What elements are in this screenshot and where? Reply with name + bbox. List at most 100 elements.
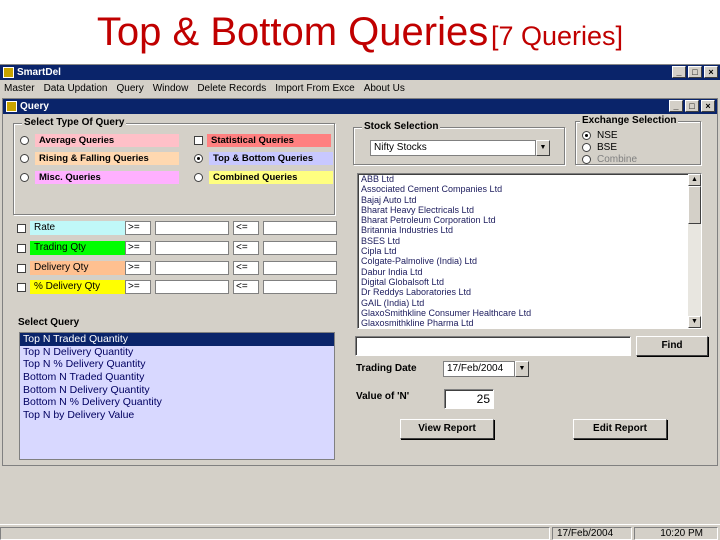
filter-rate-max[interactable] — [263, 221, 337, 235]
query-item-top-n-pct-delivery[interactable]: Top N % Delivery Quantity — [20, 358, 334, 371]
n-value-input[interactable]: 25 — [444, 389, 494, 409]
radio-top-bottom[interactable]: Top & Bottom Queries — [194, 152, 333, 165]
filter-delivery-op1[interactable]: >= — [125, 261, 151, 275]
stock-group-chevron-down-icon[interactable]: ▼ — [536, 140, 550, 156]
radio-average-queries[interactable]: Average Queries — [20, 134, 179, 147]
menubar: Master Data Updation Query Window Delete… — [0, 81, 720, 96]
radio-misc-dot — [20, 173, 29, 182]
menu-data-updation[interactable]: Data Updation — [44, 83, 108, 94]
radio-misc-label: Misc. Queries — [35, 171, 179, 184]
query-item-top-n-traded[interactable]: Top N Traded Quantity — [20, 333, 334, 346]
app-minimize-button[interactable]: _ — [672, 66, 686, 78]
app-close-button[interactable]: × — [704, 66, 718, 78]
query-type-label: Select Type Of Query — [22, 117, 127, 128]
stock-item[interactable]: Colgate-Palmolive (India) Ltd — [358, 256, 701, 266]
stock-item[interactable]: Glaxosmithkline Pharma Ltd — [358, 318, 701, 328]
filter-rate-op2[interactable]: <= — [233, 221, 259, 235]
query-item-top-n-delivery[interactable]: Top N Delivery Quantity — [20, 346, 334, 359]
slide-title: Top & Bottom Queries [7 Queries] — [0, 10, 720, 55]
radio-combined-queries[interactable]: Combined Queries — [194, 171, 333, 184]
stock-item[interactable]: Bharat Heavy Electricals Ltd — [358, 205, 701, 215]
filter-rate-min[interactable] — [155, 221, 229, 235]
stock-item[interactable]: Dr Reddys Laboratories Ltd — [358, 287, 701, 297]
scroll-down-icon[interactable]: ▼ — [688, 316, 701, 328]
view-report-button[interactable]: View Report — [400, 419, 494, 439]
menu-query[interactable]: Query — [117, 83, 144, 94]
query-item-top-n-delivery-value[interactable]: Top N by Delivery Value — [20, 409, 334, 422]
scroll-thumb[interactable] — [688, 186, 701, 224]
filter-delivery-max[interactable] — [263, 261, 337, 275]
stock-list: ABB Ltd Associated Cement Companies Ltd … — [357, 173, 702, 329]
query-window-title: Query — [20, 101, 49, 112]
filter-pct-delivery-op2[interactable]: <= — [233, 280, 259, 294]
filter-pct-delivery-max[interactable] — [263, 280, 337, 294]
find-button[interactable]: Find — [636, 336, 708, 356]
query-item-bottom-n-traded[interactable]: Bottom N Traded Quantity — [20, 371, 334, 384]
app-titlebar: SmartDel _ □ × — [0, 65, 720, 80]
edit-report-button[interactable]: Edit Report — [573, 419, 667, 439]
query-list: Top N Traded Quantity Top N Delivery Qua… — [19, 332, 335, 460]
stock-group-combo[interactable]: Nifty Stocks ▼ — [370, 140, 550, 156]
radio-combine[interactable]: Combine — [582, 153, 637, 166]
radio-combined-label: Combined Queries — [209, 171, 333, 184]
filter-pct-delivery-min[interactable] — [155, 280, 229, 294]
menu-delete-records[interactable]: Delete Records — [197, 83, 266, 94]
filter-trading-op1[interactable]: >= — [125, 241, 151, 255]
query-minimize-button[interactable]: _ — [669, 100, 683, 112]
exchange-selection-group: Exchange Selection NSE BSE Combine — [575, 115, 701, 166]
filter-rate-box — [17, 223, 26, 233]
stock-item[interactable]: ABB Ltd — [358, 174, 701, 184]
filter-trading-max[interactable] — [263, 241, 337, 255]
stock-item[interactable]: Bajaj Auto Ltd — [358, 195, 701, 205]
status-pane-main — [0, 527, 550, 540]
stock-item[interactable]: Cipla Ltd — [358, 246, 701, 256]
radio-rising-falling[interactable]: Rising & Falling Queries — [20, 152, 179, 165]
menu-window[interactable]: Window — [153, 83, 189, 94]
stock-item[interactable]: Britannia Industries Ltd — [358, 225, 701, 235]
query-window-icon — [6, 101, 17, 112]
stock-item[interactable]: Digital Globalsoft Ltd — [358, 277, 701, 287]
stock-item[interactable]: GlaxoSmithkline Consumer Healthcare Ltd — [358, 308, 701, 318]
query-item-bottom-n-delivery[interactable]: Bottom N Delivery Quantity — [20, 384, 334, 397]
stock-item[interactable]: BSES Ltd — [358, 236, 701, 246]
filter-trading-op2[interactable]: <= — [233, 241, 259, 255]
radio-statistical-queries[interactable]: Statistical Queries — [194, 134, 331, 147]
filter-trading-check[interactable]: Trading Qty — [17, 241, 134, 255]
stock-item[interactable]: GAIL (India) Ltd — [358, 298, 701, 308]
filter-pct-delivery-op1[interactable]: >= — [125, 280, 151, 294]
app-title: SmartDel — [17, 67, 61, 78]
find-input[interactable] — [355, 336, 631, 356]
filter-delivery-min[interactable] — [155, 261, 229, 275]
stock-group-value: Nifty Stocks — [370, 140, 536, 156]
stock-list-scrollbar[interactable]: ▲ ▼ — [688, 174, 701, 328]
slide-title-sub: [7 Queries] — [491, 21, 624, 51]
scroll-up-icon[interactable]: ▲ — [688, 174, 701, 186]
radio-average-label: Average Queries — [35, 134, 179, 147]
filter-rate-check[interactable]: Rate — [17, 221, 134, 235]
filter-delivery-check[interactable]: Delivery Qty — [17, 261, 134, 275]
radio-nse-dot — [582, 131, 591, 140]
query-close-button[interactable]: × — [701, 100, 715, 112]
filter-trading-min[interactable] — [155, 241, 229, 255]
radio-top-bottom-dot — [194, 154, 203, 163]
radio-misc-queries[interactable]: Misc. Queries — [20, 171, 179, 184]
slide-title-main: Top & Bottom Queries — [96, 10, 489, 54]
stock-item[interactable]: Associated Cement Companies Ltd — [358, 184, 701, 194]
filter-rate-op1[interactable]: >= — [125, 221, 151, 235]
query-item-bottom-n-pct-delivery[interactable]: Bottom N % Delivery Quantity — [20, 396, 334, 409]
trading-date-picker[interactable]: 17/Feb/2004 ▼ — [443, 361, 529, 377]
status-time: 10:20 PM — [634, 527, 718, 540]
filter-pct-delivery-check[interactable]: % Delivery Qty — [17, 280, 134, 294]
stock-item[interactable]: Dabur India Ltd — [358, 267, 701, 277]
app-maximize-button[interactable]: □ — [688, 66, 702, 78]
query-maximize-button[interactable]: □ — [685, 100, 699, 112]
query-window: Query _ □ × Select Type Of Query Average… — [2, 98, 718, 466]
select-query-label: Select Query — [18, 317, 80, 328]
filter-delivery-op2[interactable]: <= — [233, 261, 259, 275]
radio-rising-dot — [20, 154, 29, 163]
stock-item[interactable]: Bharat Petroleum Corporation Ltd — [358, 215, 701, 225]
menu-about-us[interactable]: About Us — [364, 83, 405, 94]
menu-import[interactable]: Import From Exce — [275, 83, 354, 94]
date-chevron-down-icon[interactable]: ▼ — [515, 361, 529, 377]
menu-master[interactable]: Master — [4, 83, 35, 94]
